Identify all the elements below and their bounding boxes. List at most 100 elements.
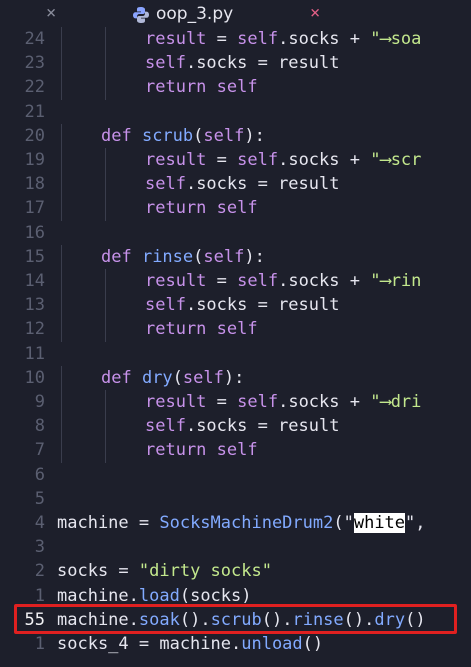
- indent-guide: [61, 390, 62, 415]
- code-line[interactable]: 23 self.socks = result: [0, 51, 471, 76]
- code-line[interactable]: 15 def rinse(self):: [0, 244, 471, 269]
- code-token: =: [206, 392, 238, 412]
- code-token: .socks +: [278, 271, 371, 291]
- indent-guide: [105, 390, 106, 415]
- code-token: .socks = result: [185, 416, 340, 437]
- indent-guide: [61, 269, 62, 294]
- code-token: self: [237, 150, 279, 170]
- line-number: 13: [24, 295, 45, 316]
- code-line[interactable]: 16: [0, 221, 471, 245]
- highlight-annotation-box: [14, 604, 457, 634]
- code-token: .socks +: [278, 29, 371, 49]
- indent-guide: [105, 414, 106, 439]
- line-number: 17: [24, 198, 45, 219]
- code-token: machine =: [57, 513, 160, 533]
- line-number: 20: [24, 125, 45, 146]
- line-number: 5: [34, 488, 45, 509]
- line-number: 19: [24, 150, 45, 170]
- code-line[interactable]: 10 def dry(self):: [0, 365, 471, 390]
- code-token: machine.: [57, 585, 139, 606]
- code-token: self: [145, 53, 186, 74]
- code-token: result: [145, 271, 207, 291]
- code-line[interactable]: 7 return self: [0, 438, 471, 463]
- tab-title[interactable]: oop_3.py: [156, 4, 233, 24]
- code-token: "⟶dri: [370, 392, 422, 412]
- code-line[interactable]: 6: [0, 463, 471, 487]
- code-token: (): [302, 634, 324, 654]
- close-icon[interactable]: ×: [310, 3, 320, 23]
- code-token: socks =: [57, 561, 139, 582]
- line-number: 8: [34, 416, 45, 437]
- code-token: .socks = result: [185, 174, 340, 195]
- line-number: 22: [24, 77, 45, 98]
- code-text: return self: [145, 75, 258, 99]
- code-token: return: [145, 319, 217, 340]
- code-token: (: [172, 367, 183, 388]
- line-number: 7: [34, 440, 45, 461]
- code-line[interactable]: 11: [0, 342, 471, 366]
- indent-guide: [61, 75, 62, 100]
- code-line[interactable]: 19 result = self.socks + "⟶scr: [0, 148, 471, 173]
- code-line[interactable]: 24 result = self.socks + "⟶soa: [0, 27, 471, 52]
- indent-guide: [105, 75, 106, 100]
- code-line[interactable]: 1 socks_4 = machine.unload(): [0, 632, 471, 656]
- code-token: (": [333, 513, 354, 533]
- code-line[interactable]: 12 return self: [0, 317, 471, 342]
- code-token: scrub: [141, 125, 194, 146]
- code-token: (: [193, 125, 204, 146]
- line-number: 1: [34, 634, 45, 654]
- code-line[interactable]: 20 def scrub(self):: [0, 123, 471, 148]
- code-text: self.socks = result: [145, 414, 339, 438]
- line-number: 21: [24, 101, 45, 122]
- code-token: =: [206, 271, 238, 291]
- line-number: 12: [24, 319, 45, 340]
- code-token: return: [145, 77, 217, 98]
- code-line[interactable]: 13 self.socks = result: [0, 293, 471, 318]
- code-token: dry: [141, 367, 173, 388]
- code-text: def scrub(self):: [101, 124, 265, 148]
- line-number: 4: [34, 513, 45, 533]
- indent-guide: [61, 27, 62, 52]
- code-line[interactable]: 9 result = self.socks + "⟶dri: [0, 390, 471, 415]
- code-text: result = self.socks + "⟶dri: [145, 390, 421, 414]
- code-line[interactable]: 18 self.socks = result: [0, 172, 471, 197]
- code-line[interactable]: 17 return self: [0, 196, 471, 221]
- code-token: self: [203, 125, 245, 146]
- code-token: ):: [223, 367, 245, 388]
- code-line[interactable]: 22 return self: [0, 75, 471, 100]
- code-line[interactable]: 14 result = self.socks + "⟶rin: [0, 269, 471, 294]
- code-token: unload: [241, 634, 303, 654]
- line-number: 9: [34, 392, 45, 412]
- indent-guide: [61, 317, 62, 342]
- code-token: ):: [244, 246, 265, 267]
- code-line[interactable]: 4 machine = SocksMachineDrum2("white",: [0, 511, 471, 535]
- code-line[interactable]: 2 socks = "dirty socks": [0, 559, 471, 583]
- indent-guide: [105, 317, 106, 342]
- code-token: .socks = result: [185, 53, 340, 74]
- code-token: self: [216, 198, 258, 219]
- code-line[interactable]: 5: [0, 487, 471, 511]
- code-token: self: [237, 271, 279, 291]
- line-number: 10: [24, 367, 45, 388]
- code-token: self: [145, 295, 186, 316]
- code-token: rinse: [141, 246, 194, 267]
- code-line[interactable]: 8 self.socks = result: [0, 414, 471, 439]
- code-token: result: [145, 150, 207, 170]
- code-token: (socks): [179, 585, 252, 606]
- selected-text: white: [353, 513, 406, 533]
- indent-guide: [105, 269, 106, 294]
- code-line[interactable]: 21: [0, 100, 471, 124]
- indent-guide: [61, 196, 62, 221]
- line-number: 24: [24, 29, 45, 49]
- code-token: .socks +: [278, 150, 371, 170]
- indent-guide: [105, 51, 106, 76]
- line-number: 23: [24, 53, 45, 74]
- code-token: self: [216, 440, 258, 461]
- indent-guide: [61, 365, 62, 390]
- code-token: (: [193, 246, 204, 267]
- indent-guide: [61, 51, 62, 76]
- tab-bar: × oop_3.py ×: [0, 0, 471, 30]
- close-icon[interactable]: ×: [46, 3, 56, 23]
- code-text: return self: [145, 196, 258, 220]
- code-line[interactable]: 3: [0, 535, 471, 559]
